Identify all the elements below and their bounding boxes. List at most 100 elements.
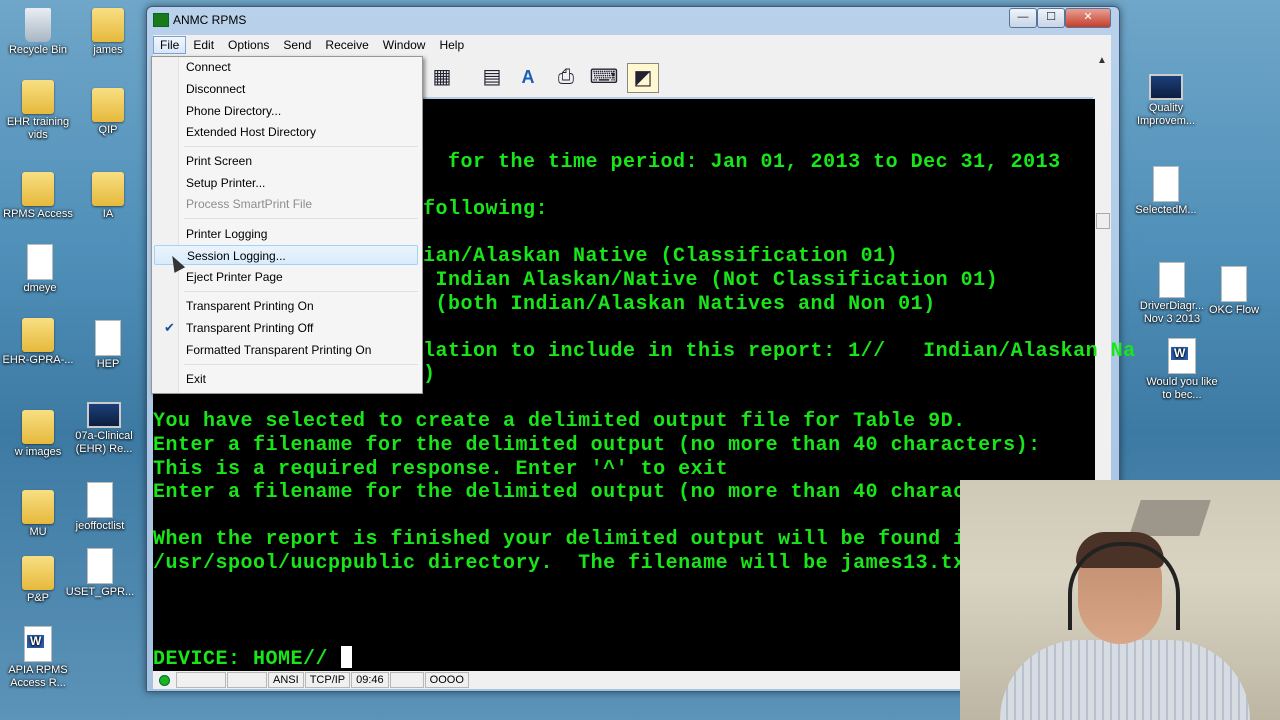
folder-icon <box>92 88 124 122</box>
app-icon <box>153 13 169 27</box>
headset-icon <box>1068 542 1180 630</box>
menu-send[interactable]: Send <box>276 36 318 54</box>
desktop-icon-clinical[interactable]: 07a-Clinical (EHR) Re... <box>66 402 142 456</box>
close-button[interactable]: ✕ <box>1065 8 1111 28</box>
menu-item-setup-printer[interactable]: Setup Printer... <box>154 173 418 193</box>
desktop-icon-ehr-gpra[interactable]: EHR-GPRA-... <box>0 318 76 367</box>
menu-item-session-logging[interactable]: Session Logging... <box>154 245 418 265</box>
menu-item-connect[interactable]: Connect <box>154 57 418 77</box>
maximize-button[interactable]: ☐ <box>1037 8 1065 28</box>
document-icon <box>27 244 53 280</box>
menu-separator <box>184 291 418 292</box>
keyboard-icon[interactable]: ⌨ <box>589 63 619 91</box>
status-protocol: TCP/IP <box>304 672 351 688</box>
window-title: ANMC RPMS <box>173 13 247 27</box>
status-blank-2 <box>227 672 267 688</box>
menu-item-formatted-transparent-printing[interactable]: Formatted Transparent Printing On <box>154 340 418 360</box>
image-icon[interactable]: ◩ <box>627 63 659 93</box>
terminal-line: ian/Alaskan Native (Classification 01) <box>423 245 899 268</box>
file-dropdown-menu: Connect Disconnect Phone Directory... Ex… <box>151 56 423 394</box>
ceiling-vent <box>1129 500 1211 536</box>
status-time: 09:46 <box>351 672 389 688</box>
desktop-icon-selectedm[interactable]: SelectedM... <box>1128 166 1204 217</box>
document-icon <box>87 548 113 584</box>
terminal-line: for the time period: Jan 01, 2013 to Dec… <box>423 151 1061 174</box>
word-icon <box>1168 338 1196 374</box>
terminal-line: This is a required response. Enter '^' t… <box>153 458 729 481</box>
device-prompt[interactable]: DEVICE: HOME// <box>153 646 352 671</box>
document-icon <box>1159 262 1185 298</box>
menu-item-exit[interactable]: Exit <box>154 369 418 389</box>
document-icon <box>95 320 121 356</box>
menu-item-extended-host-directory[interactable]: Extended Host Directory <box>154 122 418 142</box>
scroll-thumb[interactable] <box>1096 213 1110 229</box>
terminal-line: ) <box>423 363 436 386</box>
menu-item-transparent-printing-off[interactable]: ✔ Transparent Printing Off <box>154 318 418 338</box>
menu-options[interactable]: Options <box>221 36 276 54</box>
status-mode: ANSI <box>268 672 304 688</box>
menu-help[interactable]: Help <box>432 36 471 54</box>
menu-item-disconnect[interactable]: Disconnect <box>154 79 418 99</box>
desktop-icon-okc-flow[interactable]: OKC Flow <box>1196 266 1272 317</box>
menu-window[interactable]: Window <box>376 36 433 54</box>
document-icon <box>1221 266 1247 302</box>
folder-icon <box>22 318 54 352</box>
document-icon <box>1153 166 1179 202</box>
terminal-line: following: <box>423 198 549 221</box>
checkmark-icon: ✔ <box>164 320 175 335</box>
vertical-scrollbar[interactable]: ▲ <box>1093 55 1111 485</box>
scroll-up-icon[interactable]: ▲ <box>1093 55 1111 66</box>
desktop-icon-uset-gpr[interactable]: USET_GPR... <box>62 548 138 599</box>
status-indicators: OOOO <box>424 672 469 688</box>
desktop-icon-ehr-training[interactable]: EHR training vids <box>0 80 76 142</box>
folder-icon <box>22 410 54 444</box>
desktop-icon-hep[interactable]: HEP <box>70 320 146 371</box>
status-blank <box>176 672 226 688</box>
status-blank-3 <box>389 672 424 688</box>
menu-item-printer-logging[interactable]: Printer Logging <box>154 224 418 244</box>
menu-edit[interactable]: Edit <box>186 36 221 54</box>
desktop-icon-w-images[interactable]: w images <box>0 410 76 459</box>
menu-bar: File Edit Options Send Receive Window He… <box>153 35 1111 55</box>
webcam-overlay <box>960 480 1280 720</box>
title-bar[interactable]: ANMC RPMS — ☐ ✕ <box>147 7 1119 33</box>
desktop-icon-would-you[interactable]: Would you like to bec... <box>1144 338 1220 402</box>
desktop-icon-ia[interactable]: IA <box>70 172 146 221</box>
layout-icon[interactable]: ▦ <box>427 63 457 91</box>
minimize-button[interactable]: — <box>1009 8 1037 28</box>
document-icon <box>87 482 113 518</box>
desktop-icon-recycle-bin[interactable]: Recycle Bin <box>0 8 76 57</box>
folder-icon <box>92 172 124 206</box>
menu-item-print-screen[interactable]: Print Screen <box>154 151 418 171</box>
terminal-line: lation to include in this report: 1// In… <box>423 340 1136 363</box>
terminal-line: (both Indian/Alaskan Natives and Non 01) <box>423 293 936 316</box>
menu-separator <box>184 218 418 219</box>
terminal-line: When the report is finished your delimit… <box>153 528 1016 551</box>
terminal-line: Enter a filename for the delimited outpu… <box>153 434 1041 457</box>
menu-file[interactable]: File <box>153 36 187 54</box>
desktop-icon-jeoffoctlist[interactable]: jeoffoctlist <box>62 482 138 533</box>
menu-receive[interactable]: Receive <box>318 36 375 54</box>
presenter-shirt <box>1000 640 1250 720</box>
printer-icon[interactable]: ⎙ <box>551 63 581 91</box>
desktop-icon-qip[interactable]: QIP <box>70 88 146 137</box>
recycle-bin-icon <box>25 8 51 42</box>
spell-font-icon[interactable]: A <box>513 63 543 91</box>
menu-item-process-smartprint: Process SmartPrint File <box>186 197 313 211</box>
folder-icon <box>22 556 54 590</box>
desktop-icon-rpms-access[interactable]: RPMS Access <box>0 172 76 221</box>
desktop-icon-dmeye[interactable]: dmeye <box>2 244 78 295</box>
menu-item-eject-printer-page[interactable]: Eject Printer Page <box>154 267 418 287</box>
folder-icon <box>22 80 54 114</box>
menu-item-transparent-printing-on[interactable]: Transparent Printing On <box>154 296 418 316</box>
print-icon[interactable]: ▤ <box>477 63 507 91</box>
screen-icon <box>87 402 121 428</box>
desktop-icon-james[interactable]: james <box>70 8 146 57</box>
terminal-line: /usr/spool/uucppublic directory. The fil… <box>153 552 979 575</box>
folder-icon <box>22 490 54 524</box>
desktop-icon-apia[interactable]: APIA RPMS Access R... <box>0 626 76 690</box>
desktop-icon-quality[interactable]: Quality Improvem... <box>1128 74 1204 128</box>
menu-separator <box>184 364 418 365</box>
folder-icon <box>92 8 124 42</box>
menu-item-phone-directory[interactable]: Phone Directory... <box>154 101 418 121</box>
